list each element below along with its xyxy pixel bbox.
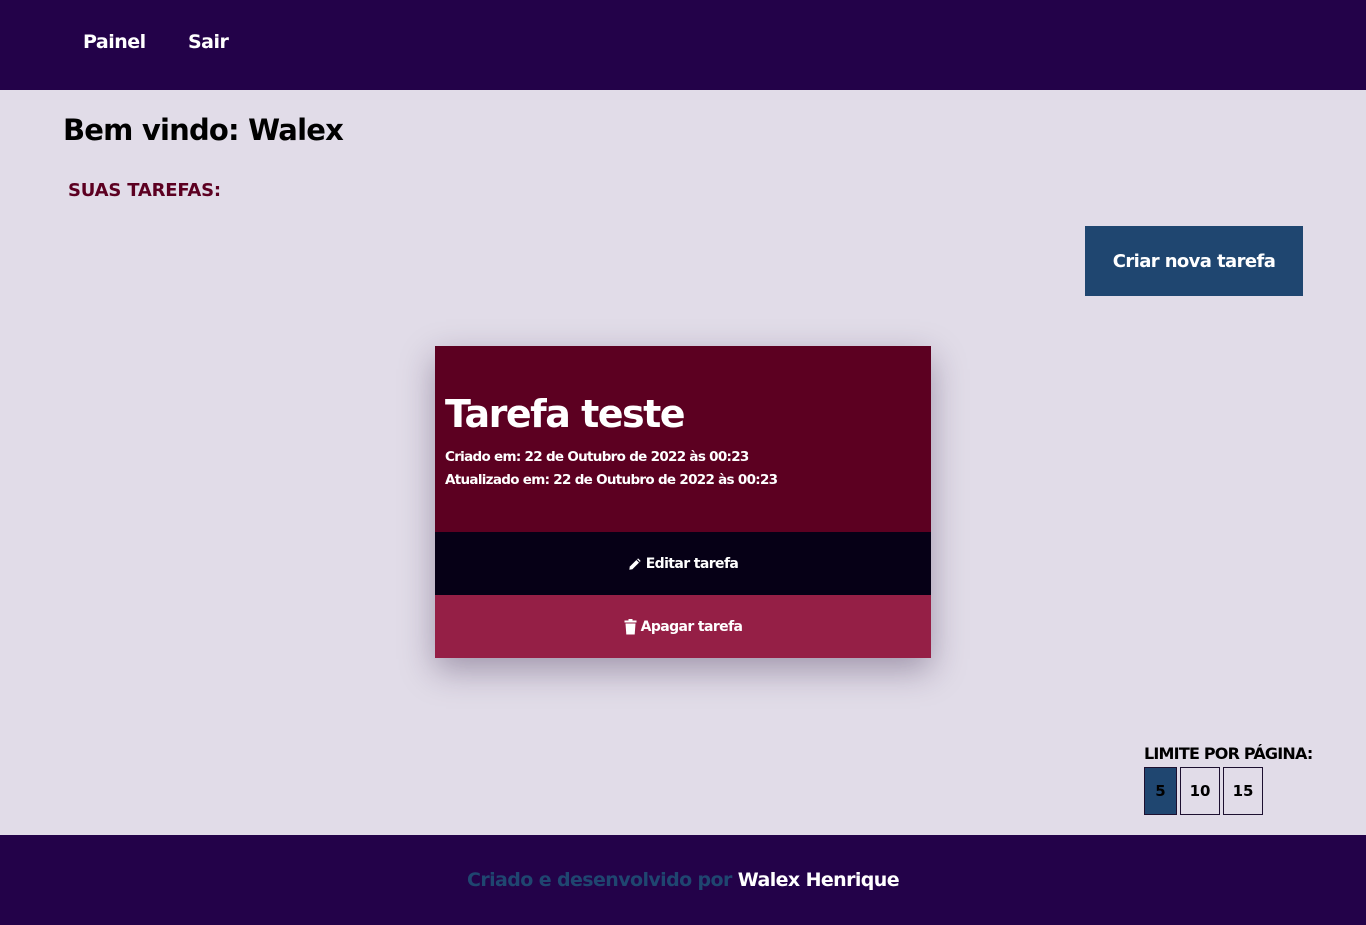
task-title: Tarefa teste	[445, 392, 686, 436]
task-card: Tarefa teste Criado em: 22 de Outubro de…	[435, 346, 931, 658]
page-limit-option-15[interactable]: 15	[1223, 767, 1263, 815]
nav-link-painel[interactable]: Painel	[83, 31, 146, 53]
task-updated-date: Atualizado em: 22 de Outubro de 2022 às …	[445, 472, 778, 488]
footer-author-name: Walex Henrique	[737, 869, 900, 891]
page-limit-option-5[interactable]: 5	[1144, 767, 1177, 815]
welcome-heading: Bem vindo: Walex	[63, 113, 344, 147]
page-limit-label: LIMITE POR PÁGINA:	[1144, 744, 1313, 763]
footer-credit-prefix: Criado e desenvolvido por	[467, 869, 732, 891]
top-navbar: Painel Sair	[0, 0, 1366, 90]
footer-credit: Criado e desenvolvido por Walex Henrique	[0, 869, 1366, 891]
tasks-section-title: SUAS TAREFAS:	[68, 180, 221, 201]
page-footer: Criado e desenvolvido por Walex Henrique	[0, 835, 1366, 925]
create-task-button[interactable]: Criar nova tarefa	[1085, 226, 1303, 296]
task-card-header: Tarefa teste Criado em: 22 de Outubro de…	[435, 346, 931, 532]
trash-icon	[624, 618, 637, 635]
task-created-date: Criado em: 22 de Outubro de 2022 às 00:2…	[445, 449, 749, 465]
delete-task-label: Apagar tarefa	[640, 618, 743, 635]
edit-task-button[interactable]: Editar tarefa	[435, 532, 931, 595]
edit-task-label: Editar tarefa	[645, 555, 739, 572]
delete-task-button[interactable]: Apagar tarefa	[435, 595, 931, 658]
nav-link-sair[interactable]: Sair	[188, 31, 229, 53]
page-limit-option-10[interactable]: 10	[1180, 767, 1220, 815]
pencil-icon	[628, 557, 642, 571]
